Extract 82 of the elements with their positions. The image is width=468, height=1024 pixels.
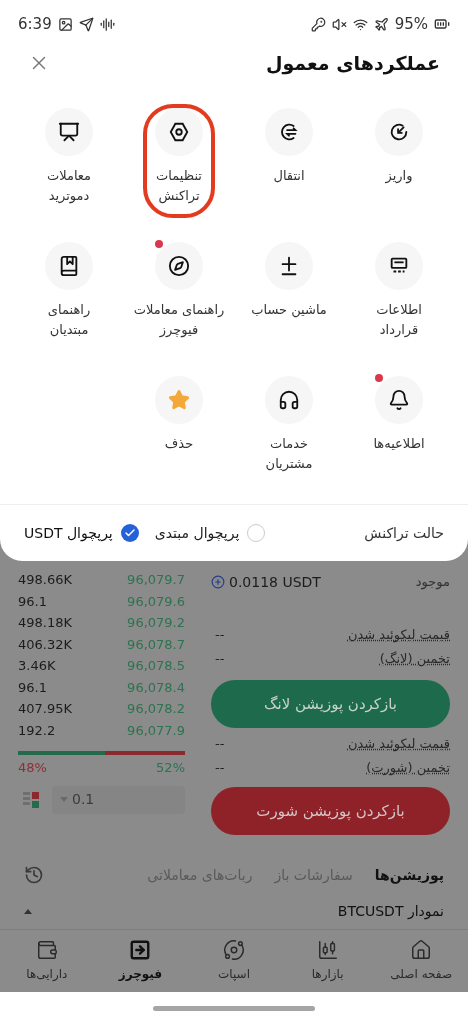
shortcut-item[interactable]: راهنمای مبتدیان [37, 242, 101, 348]
clock-time: 6:39 [18, 13, 52, 35]
nav-tab[interactable]: بازارها [280, 939, 375, 983]
dropdown-caret-icon [60, 797, 68, 802]
buy-percent: 52% [156, 759, 185, 777]
shortcut-item[interactable]: ماشین حساب [243, 242, 335, 348]
star-icon [168, 389, 190, 411]
chart-row-label: نمودار BTCUSDT [337, 901, 444, 922]
shortcut-item[interactable]: انتقال [257, 108, 321, 214]
order-amount: 407.95K [18, 700, 72, 718]
airplane-icon [373, 16, 389, 32]
key-icon [310, 16, 326, 32]
battery-icon [434, 16, 450, 32]
transfer-arrows-icon [278, 121, 300, 143]
add-funds-icon [211, 575, 225, 589]
open-long-button[interactable]: بازکردن پوزیشن لانگ [211, 680, 450, 728]
estimate-label: تخمین (شورت) [366, 758, 450, 777]
check-icon [123, 527, 136, 539]
mode-radio[interactable]: پرپچوال USDT [24, 522, 139, 544]
shortcut-item[interactable]: راهنمای معاملات فیوچرز [125, 242, 233, 348]
estimate-label: تخمین (لانگ) [379, 649, 450, 668]
audio-icon [99, 16, 115, 32]
home-icon [410, 939, 433, 961]
order-amount: 406.32K [18, 635, 72, 654]
mode-label: حالت تراکنش [364, 523, 444, 544]
wallet-icon [35, 939, 58, 961]
order-price: 96,079.7 [127, 571, 185, 589]
shortcut-item[interactable]: اطلاعیه‌ها [365, 376, 433, 482]
shortcut-item[interactable]: واریز [367, 108, 431, 214]
bell-icon [388, 389, 410, 411]
order-price: 96,078.5 [127, 657, 185, 675]
liquidation-label: قیمت لیکوئید شدن [347, 626, 450, 645]
send-icon [78, 16, 94, 32]
open-short-button[interactable]: بازکردن پوزیشن شورت [211, 787, 450, 835]
mute-icon [331, 16, 347, 32]
liquidation-label: قیمت لیکوئید شدن [347, 735, 450, 754]
candlestick-icon [316, 939, 339, 961]
shortcut-item[interactable]: حذف [147, 376, 211, 482]
balance-value: 0.0118 USDT [229, 572, 321, 592]
shortcut-item[interactable]: معاملات دموترید [37, 108, 101, 214]
shortcut-item[interactable]: خدمات مشتریان [257, 376, 321, 482]
nav-tab[interactable]: صفحه اصلی [374, 939, 468, 983]
order-price: 96,079.2 [127, 614, 185, 632]
history-icon[interactable] [24, 865, 44, 885]
image-icon [57, 16, 73, 32]
estimate-value: -- [215, 758, 225, 777]
liquidation-value: -- [215, 735, 225, 753]
order-price: 96,078.7 [127, 635, 185, 654]
compass-icon [168, 255, 190, 277]
wifi-icon [352, 16, 368, 32]
nav-tab[interactable]: اسپات [187, 939, 281, 983]
hexagon-nut-icon [168, 121, 190, 143]
sell-percent: 48% [18, 759, 47, 777]
order-amount: 498.18K [18, 614, 72, 632]
order-amount: 3.46K [18, 657, 56, 675]
order-amount: 96.1 [18, 678, 47, 697]
nav-tab[interactable]: فیوچرز [93, 939, 188, 983]
order-price: 96,078.2 [127, 700, 185, 718]
depth-grid-icon [23, 791, 39, 808]
rings-icon [223, 939, 245, 961]
presentation-chart-icon [58, 121, 80, 143]
mode-radio[interactable]: پرپچوال مبتدی [154, 522, 266, 544]
deposit-arrow-icon [388, 121, 410, 143]
order-price: 96,077.9 [127, 721, 185, 740]
futures-card-icon [129, 939, 152, 961]
positions-tab[interactable]: پوزیشن‌ها [374, 864, 444, 886]
estimate-value: -- [215, 649, 225, 668]
shortcut-item[interactable]: تنظیمات تراکنش [147, 108, 211, 214]
book-icon [58, 255, 80, 277]
order-amount: 96.1 [18, 592, 47, 611]
order-price: 96,078.4 [127, 678, 185, 697]
battery-percent: 95% [394, 13, 428, 35]
headphones-icon [278, 389, 300, 411]
balance-label: موجود [415, 573, 450, 592]
order-amount: 192.2 [18, 721, 56, 740]
order-price: 96,079.6 [127, 592, 185, 611]
order-amount: 498.66K [18, 571, 72, 589]
shortcut-item[interactable]: اطلاعات قرارداد [367, 242, 431, 348]
sheet-title: عملکردهای معمول [265, 50, 440, 77]
collapse-caret-icon[interactable] [24, 908, 32, 914]
nav-tab[interactable]: دارایی‌ها [0, 939, 94, 983]
liquidation-value: -- [215, 626, 225, 644]
